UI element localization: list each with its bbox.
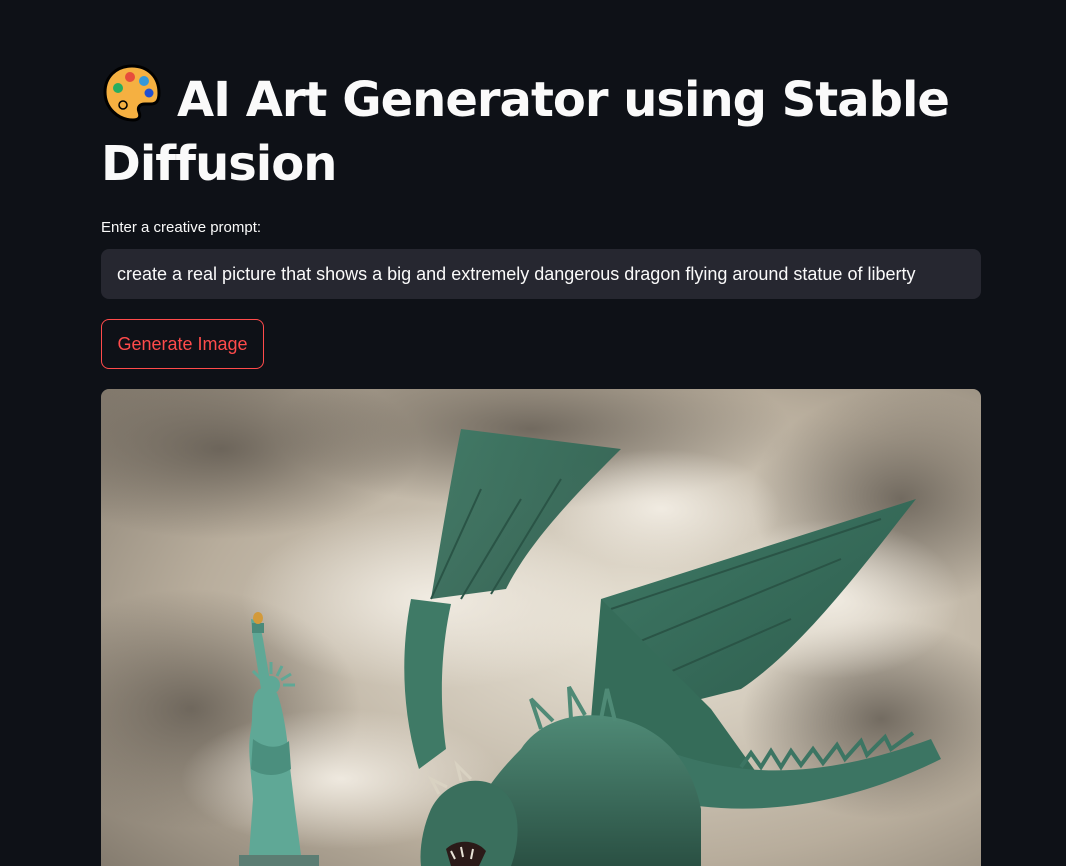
palette-icon	[101, 62, 163, 124]
dragon-statue-image	[101, 389, 981, 866]
prompt-input[interactable]	[101, 249, 981, 299]
page-title: AI Art Generator using Stable Diffusion	[101, 62, 981, 196]
prompt-field[interactable]	[101, 249, 981, 299]
prompt-label: Enter a creative prompt:	[101, 219, 262, 236]
page-title-text: AI Art Generator using Stable Diffusion	[101, 72, 950, 192]
generate-image-button[interactable]: Generate Image	[101, 319, 264, 369]
generated-image	[101, 389, 981, 866]
